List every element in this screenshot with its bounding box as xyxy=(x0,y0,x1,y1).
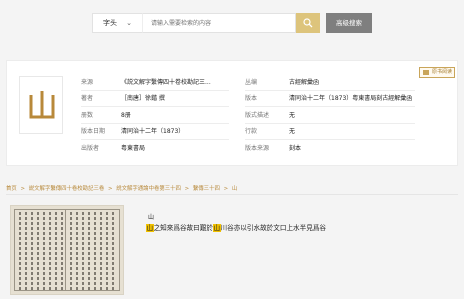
field-value: ［南唐］徐鍇 撰 xyxy=(121,95,165,102)
field-key: 来源 xyxy=(81,79,94,86)
text-column xyxy=(76,212,78,290)
text-column xyxy=(43,212,45,290)
divider xyxy=(245,139,415,140)
search-input[interactable] xyxy=(142,13,296,33)
text-column xyxy=(94,212,96,290)
text-column xyxy=(82,212,84,290)
text-column xyxy=(112,212,114,290)
text-column xyxy=(55,212,57,290)
book-icon xyxy=(423,70,429,75)
field-key: 行款 xyxy=(245,128,258,135)
breadcrumb: 首页 > 説文解字繫傳四十卷校勘記三卷 > 説文解字通論中卷第三十四 > 繫傳三… xyxy=(6,184,237,192)
text-column xyxy=(88,212,90,290)
advanced-search-button[interactable]: 高级搜索 xyxy=(326,13,372,33)
field-value: 古經解彙函 xyxy=(289,79,320,86)
field-value: 清同治十二年（1873） xyxy=(121,128,185,135)
divider xyxy=(81,90,229,91)
breadcrumb-home[interactable]: 首页 xyxy=(6,186,17,192)
breadcrumb-chapter[interactable]: 繫傳三十四 xyxy=(193,186,220,192)
text-column xyxy=(49,212,51,290)
field-key: 册数 xyxy=(81,112,94,119)
field-value: 8册 xyxy=(121,112,131,119)
text-column xyxy=(61,212,63,290)
search-bar: 字头 ⌄ 高级搜索 xyxy=(0,0,464,46)
page-frame xyxy=(14,209,120,291)
text-column xyxy=(31,212,33,290)
read-original-label: 原书阅读 xyxy=(432,69,453,75)
mountain-glyph-icon xyxy=(29,91,55,119)
divider xyxy=(245,106,415,107)
text-column xyxy=(106,212,108,290)
highlight-char: 山 xyxy=(146,224,154,232)
book-logo xyxy=(19,76,63,134)
field-key: 版本来源 xyxy=(245,145,270,152)
breadcrumb-current: 山 xyxy=(231,186,238,192)
field-value: 刻本 xyxy=(289,145,302,152)
chevron-down-icon: ⌄ xyxy=(126,19,132,27)
search-button[interactable] xyxy=(296,13,320,33)
breadcrumb-separator: > xyxy=(107,186,113,192)
book-page-image[interactable] xyxy=(10,205,124,295)
divider xyxy=(245,123,415,124)
field-key: 版式描述 xyxy=(245,112,270,119)
read-original-button[interactable]: 原书阅读 xyxy=(419,67,455,78)
text-column xyxy=(25,212,27,290)
search-type-select[interactable]: 字头 ⌄ xyxy=(92,13,142,33)
page-fold-line xyxy=(65,209,66,291)
breadcrumb-book[interactable]: 説文解字繫傳四十卷校勘記三卷 xyxy=(29,186,104,192)
field-key: 版本日期 xyxy=(81,128,106,135)
divider xyxy=(81,139,229,140)
text-column xyxy=(19,212,21,290)
field-value: 《説文解字繫傳四十卷校勘記三... xyxy=(121,79,211,86)
highlight-char: 山 xyxy=(212,224,221,232)
breadcrumb-separator: > xyxy=(184,186,190,192)
field-value: 无 xyxy=(289,112,296,119)
divider xyxy=(6,194,458,195)
breadcrumb-section[interactable]: 説文解字通論中卷第三十四 xyxy=(116,186,181,192)
search-icon xyxy=(303,18,313,28)
search-type-label: 字头 xyxy=(103,19,117,27)
field-value: 粤東書局 xyxy=(121,145,146,152)
divider xyxy=(81,106,229,107)
field-key: 著者 xyxy=(81,95,94,102)
entry-text: 山之知來爲谷故曰艱於山川谷亦以引水故於文口上水半見爲谷 xyxy=(146,223,326,233)
divider xyxy=(245,90,415,91)
text-column xyxy=(100,212,102,290)
text-column xyxy=(70,212,72,290)
field-key: 丛编 xyxy=(245,79,258,86)
field-key: 版本 xyxy=(245,95,258,102)
entry-text-part: 川谷亦以引水故於文口上水半見爲谷 xyxy=(220,224,327,232)
breadcrumb-separator: > xyxy=(20,186,26,192)
breadcrumb-separator: > xyxy=(223,186,229,192)
book-info-card: 原书阅读 来源 《説文解字繫傳四十卷校勘記三... 著者 ［南唐］徐鍇 撰 册数… xyxy=(6,60,458,166)
field-value: 清同治十二年（1873）粤東書局刻古經解彙函 xyxy=(289,95,413,102)
field-value: 无 xyxy=(289,128,296,135)
text-column xyxy=(37,212,39,290)
entry-label: 山 xyxy=(148,214,155,221)
divider xyxy=(81,123,229,124)
entry-text-part: 之知來爲谷故曰艱於 xyxy=(153,224,213,232)
field-key: 出版者 xyxy=(81,145,100,152)
